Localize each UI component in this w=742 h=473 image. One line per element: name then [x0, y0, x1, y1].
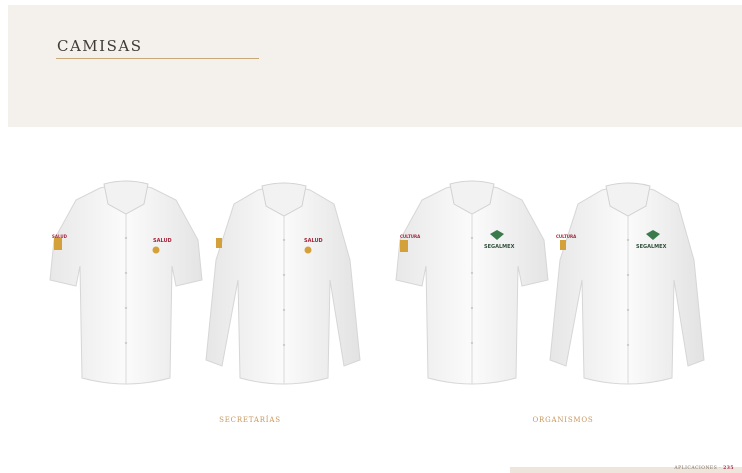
- title-underline: [56, 58, 259, 59]
- caption-secretarias: SECRETARÍAS: [219, 416, 281, 424]
- svg-text:SEGALMEX: SEGALMEX: [636, 244, 667, 250]
- svg-text:SALUD: SALUD: [304, 238, 323, 244]
- shirt-short-sleeve-organismos: SEGALMEX CULTURA: [395, 180, 549, 385]
- footer-section: APLICACIONES: [674, 466, 718, 471]
- page-title: CAMISAS: [57, 37, 143, 55]
- shirt-short-sleeve-secretarias: SALUD SALUD: [49, 180, 203, 385]
- sleeve-patch: [216, 238, 222, 248]
- shirt-long-sleeve-organismos: SEGALMEX CULTURA: [549, 182, 705, 385]
- svg-text:SEGALMEX: SEGALMEX: [484, 244, 515, 250]
- header-panel: CAMISAS: [8, 5, 742, 127]
- footer-bar: APLICACIONES · 235: [510, 466, 742, 473]
- shirt-long-sleeve-secretarias: SALUD: [205, 182, 361, 385]
- svg-text:CULTURA: CULTURA: [400, 234, 421, 239]
- svg-text:SALUD: SALUD: [52, 234, 68, 239]
- svg-text:SALUD: SALUD: [153, 238, 172, 244]
- footer-label: APLICACIONES · 235: [674, 466, 734, 471]
- svg-text:CULTURA: CULTURA: [556, 234, 577, 239]
- page-number: 235: [723, 466, 734, 471]
- caption-organismos: ORGANISMOS: [532, 416, 594, 424]
